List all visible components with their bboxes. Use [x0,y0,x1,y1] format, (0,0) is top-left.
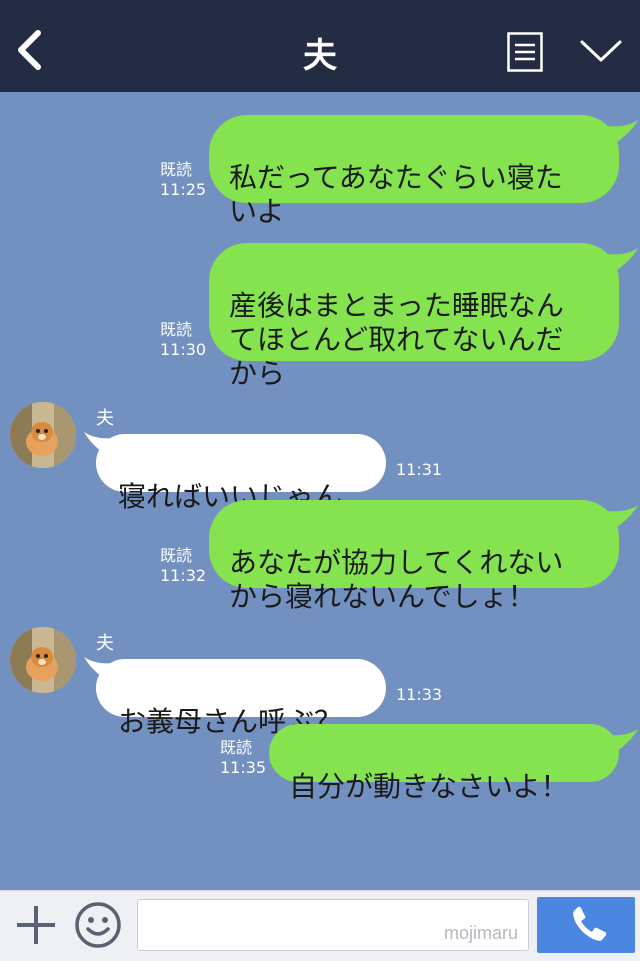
sent-message-bubble[interactable]: 自分が動きなさいよ！ [269,724,619,803]
message-text: あなたが協力してくれない から寝れないんでしょ！ [229,546,564,613]
read-receipt: 既読 11:35 [220,738,266,778]
message-text: 自分が動きなさいよ！ [289,770,569,803]
message-text: 私だってあなたぐらい寝た いよ [229,161,563,228]
chat-title: 夫 [303,36,337,76]
chat-header: 夫 [0,0,640,92]
avatar[interactable] [10,402,76,468]
bubble-tail [608,120,638,144]
message-time: 11:25 [160,180,207,199]
chevron-down-icon [580,40,622,62]
read-label: 既読 [220,738,253,757]
dog-avatar-image [10,402,76,468]
sent-message-bubble[interactable]: あなたが協力してくれない から寝れないんでしょ！ [209,500,619,613]
add-button[interactable] [14,903,58,947]
phone-icon [573,906,607,941]
read-label: 既読 [160,320,193,339]
dog-avatar-image [10,627,76,693]
message-time: 11:32 [160,566,207,585]
read-receipt: 既読 11:25 [160,160,206,200]
chat-area[interactable]: 既読 11:25 私だってあなたぐらい寝た いよ 既読 11:30 産後はまとま… [0,92,640,890]
menu-list-icon [507,32,543,72]
message-time: 11:33 [396,685,443,704]
bubble-tail [608,505,638,529]
sent-message-bubble[interactable]: 私だってあなたぐらい寝た いよ [209,115,619,228]
sent-message-bubble[interactable]: 産後はまとまった睡眠なん てほとんど取れてないんだ から [209,243,619,390]
message-input[interactable]: mojimaru [137,899,529,951]
bubble-tail [608,729,638,753]
call-button[interactable] [537,897,635,953]
received-message-bubble[interactable]: お義母さん呼ぶ？ [96,659,386,738]
input-bar: mojimaru [0,890,640,961]
watermark-text: mojimaru [443,923,518,943]
menu-button[interactable] [507,32,543,72]
read-receipt: 既読 11:32 [160,546,206,586]
sender-name: 夫 [96,408,114,429]
collapse-button[interactable] [579,38,623,64]
message-time: 11:31 [396,460,443,479]
avatar[interactable] [10,627,76,693]
bubble-tail [608,248,638,272]
sender-name: 夫 [96,633,114,654]
emoji-button[interactable] [74,901,122,949]
read-label: 既読 [160,546,193,565]
read-receipt: 既読 11:30 [160,320,206,360]
read-label: 既読 [160,160,193,179]
message-time: 11:35 [220,758,267,777]
plus-icon [17,906,55,944]
smiley-icon [75,902,121,948]
received-message-bubble[interactable]: 寝ればいいじゃん [96,434,386,513]
message-text: 産後はまとまった睡眠なん てほとんど取れてないんだ から [229,289,564,390]
message-time: 11:30 [160,340,207,359]
